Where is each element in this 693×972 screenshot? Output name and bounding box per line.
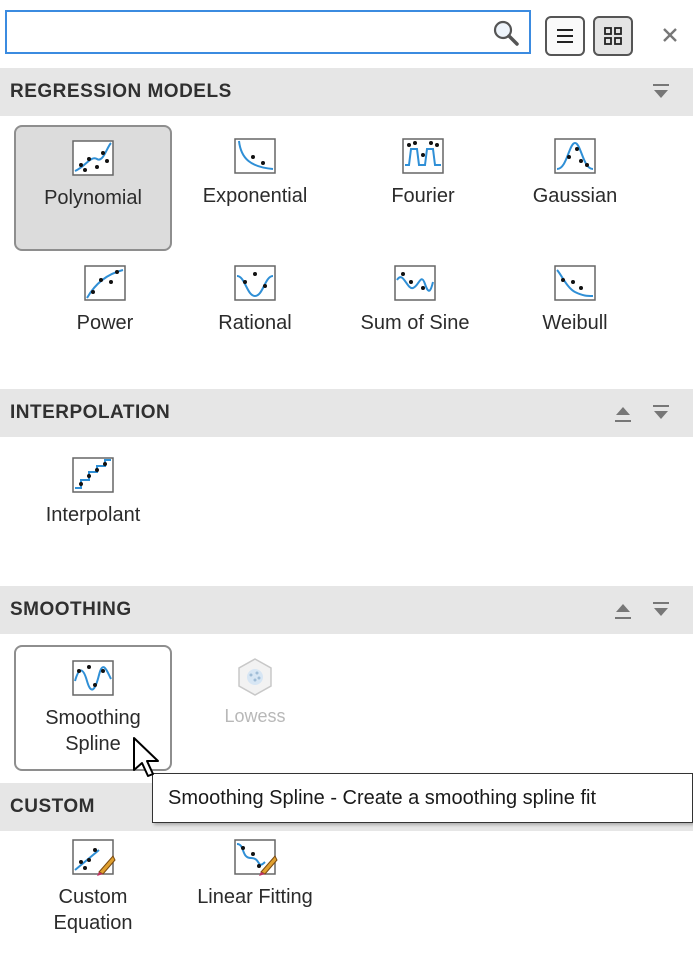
gallery-item-polynomial[interactable]: Polynomial: [14, 125, 172, 251]
list-view-button[interactable]: [545, 16, 585, 56]
item-label: Weibull: [542, 312, 608, 334]
lowess-icon: [238, 658, 272, 696]
weibull-icon: [554, 265, 596, 301]
rational-icon: [234, 265, 276, 301]
item-label: Gaussian: [532, 185, 618, 207]
item-label: Interpolant: [45, 504, 141, 526]
sum-of-sine-icon: [394, 265, 436, 301]
tooltip-text: Smoothing Spline - Create a smoothing sp…: [168, 787, 597, 809]
item-label: Rational: [218, 312, 292, 334]
item-label-line1: Smoothing: [45, 707, 141, 729]
gallery-item-custom-equation[interactable]: Custom Equation: [14, 826, 172, 966]
expand-all-icon[interactable]: [612, 403, 634, 425]
power-icon: [84, 265, 126, 301]
smoothing-spline-icon: [72, 660, 114, 696]
item-label: Lowess: [224, 706, 286, 726]
item-label: Linear Fitting: [197, 886, 313, 908]
mouse-pointer-icon: [133, 737, 159, 777]
item-label: Exponential: [202, 185, 308, 207]
gallery-item-exponential[interactable]: Exponential: [176, 125, 334, 251]
collapse-icon[interactable]: [650, 600, 672, 622]
grid-view-icon: [604, 27, 622, 45]
gallery-item-sum-of-sine[interactable]: Sum of Sine: [336, 252, 494, 352]
search-input[interactable]: [15, 18, 485, 46]
section-title: REGRESSION MODELS: [10, 81, 232, 102]
close-icon[interactable]: [655, 20, 685, 50]
gallery-item-fourier[interactable]: Fourier: [344, 125, 502, 251]
search-icon[interactable]: [491, 18, 521, 48]
gallery-item-weibull[interactable]: Weibull: [496, 252, 654, 352]
section-header-smoothing: SMOOTHING: [0, 586, 693, 634]
gallery-item-power[interactable]: Power: [26, 252, 184, 352]
item-label: Polynomial: [44, 187, 142, 209]
section-title: SMOOTHING: [10, 599, 132, 620]
fourier-icon: [402, 138, 444, 174]
linear-fitting-icon: [234, 839, 278, 876]
item-label: Fourier: [391, 185, 455, 207]
grid-view-button[interactable]: [593, 16, 633, 56]
interpolant-icon: [72, 457, 114, 493]
gallery-item-lowess: Lowess: [176, 645, 334, 745]
exponential-icon: [234, 138, 276, 174]
custom-equation-icon: [72, 839, 116, 876]
item-label: Power: [76, 312, 134, 334]
item-label: Sum of Sine: [360, 312, 470, 334]
item-label-line2: Equation: [53, 912, 133, 934]
polynomial-icon: [72, 140, 114, 176]
section-header-interpolation: INTERPOLATION: [0, 389, 693, 437]
gallery-item-linear-fitting[interactable]: Linear Fitting: [176, 826, 334, 936]
list-view-icon: [557, 29, 573, 43]
gallery-item-rational[interactable]: Rational: [176, 252, 334, 352]
collapse-icon[interactable]: [650, 82, 672, 104]
section-header-regression: REGRESSION MODELS: [0, 68, 693, 116]
gallery-item-interpolant[interactable]: Interpolant: [14, 444, 172, 544]
expand-all-icon[interactable]: [612, 600, 634, 622]
gallery-item-gaussian[interactable]: Gaussian: [496, 125, 654, 251]
gaussian-icon: [554, 138, 596, 174]
tooltip: Smoothing Spline - Create a smoothing sp…: [152, 773, 693, 823]
item-label-line1: Custom: [58, 886, 128, 908]
toolbar: [0, 0, 693, 68]
search-box[interactable]: [5, 10, 531, 54]
collapse-icon[interactable]: [650, 403, 672, 425]
section-title: CUSTOM: [10, 796, 95, 817]
section-title: INTERPOLATION: [10, 402, 171, 423]
